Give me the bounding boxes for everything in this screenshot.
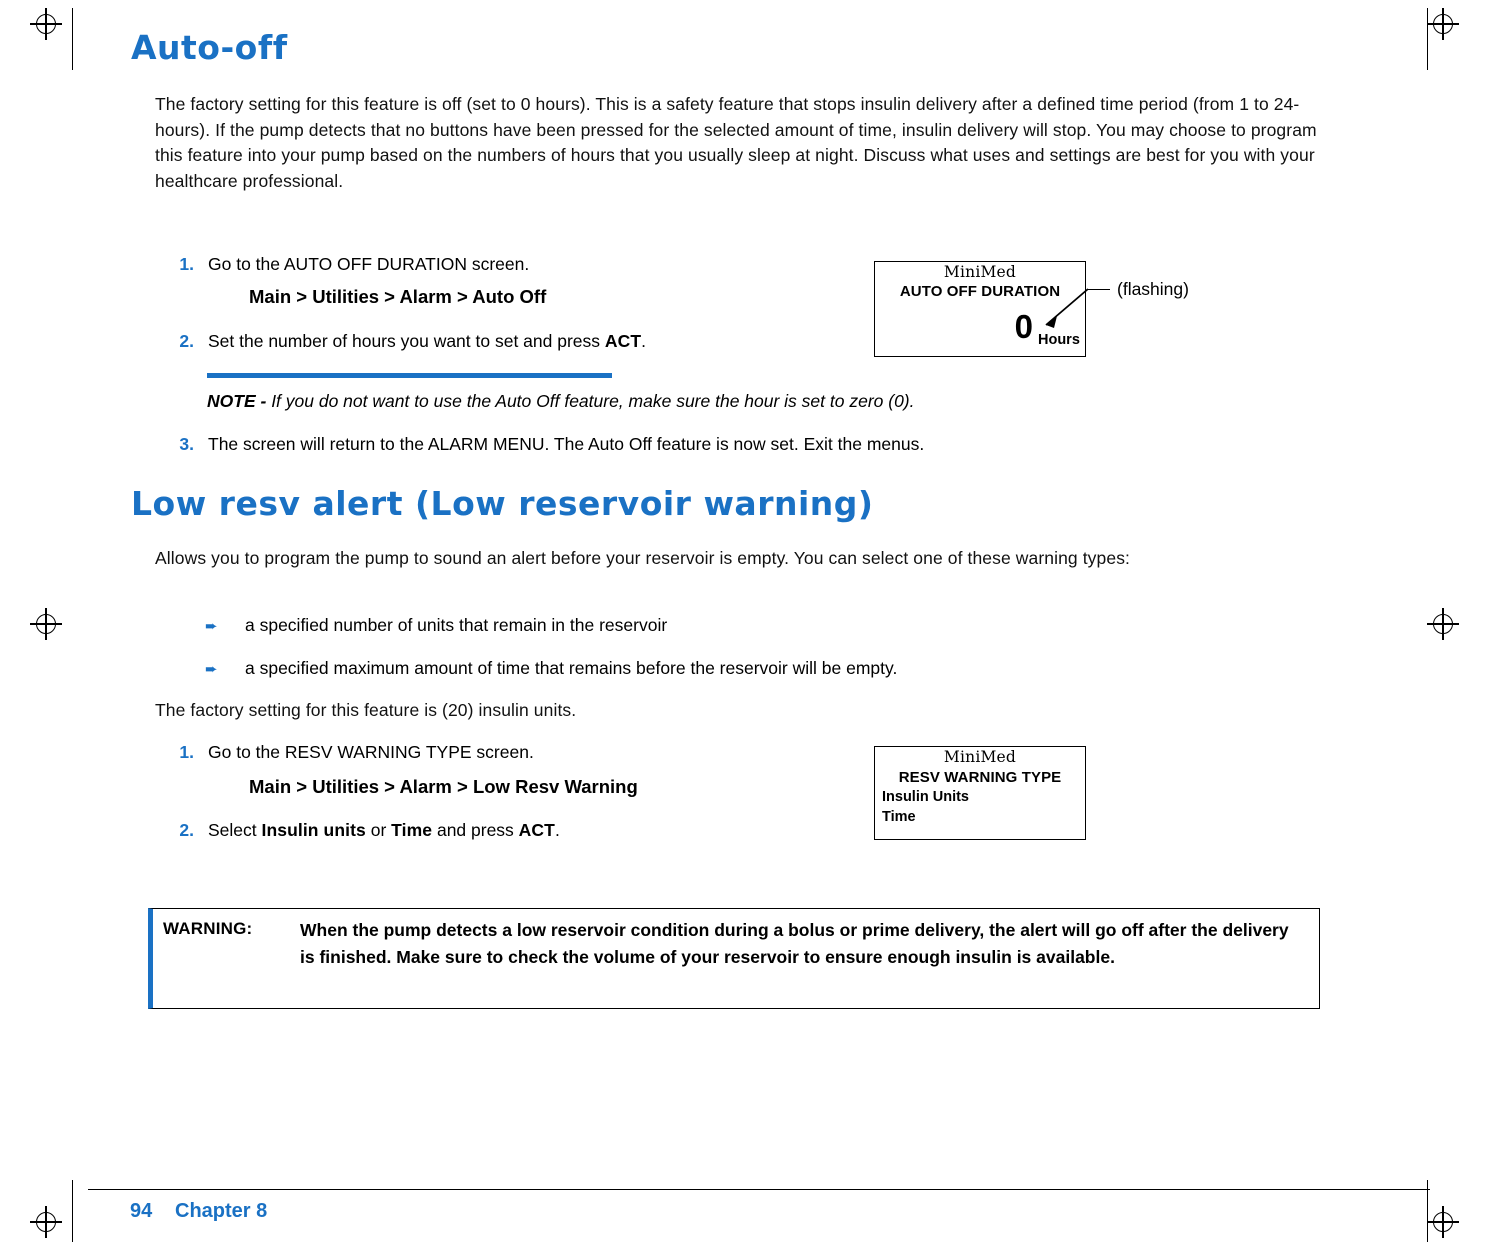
registration-mark-bottom-right <box>1427 1206 1459 1238</box>
pump-screen-value: 0 <box>1014 308 1033 345</box>
step-text: Go to the AUTO OFF DURATION screen. <box>208 254 530 274</box>
trim-tick-tl-v <box>72 8 74 70</box>
step-text: The screen will return to the ALARM MENU… <box>208 434 925 454</box>
note-label: NOTE - <box>207 391 267 411</box>
footer-chapter: Chapter 8 <box>175 1200 268 1222</box>
arrow-bullet-icon: ➨ <box>205 661 218 678</box>
trim-tick-bl-v <box>72 1180 74 1242</box>
document-page: Auto-off The factory setting for this fe… <box>0 0 1500 1257</box>
callout-arrow-icon <box>1045 288 1089 328</box>
low-resv-menu-path: Main > Utilities > Alarm > Low Resv Warn… <box>249 776 638 797</box>
step-number: 2. <box>179 820 194 840</box>
step-number: 1. <box>179 254 194 274</box>
page-title-auto-off: Auto-off <box>131 28 288 67</box>
step-text: Set the number of hours you want to set … <box>208 331 647 351</box>
note-text: If you do not want to use the Auto Off f… <box>271 391 915 411</box>
warning-text: When the pump detects a low reservoir co… <box>300 920 1289 967</box>
step-number: 3. <box>179 434 194 454</box>
registration-mark-mid-left <box>30 608 62 640</box>
bullet-text: a specified number of units that remain … <box>245 615 668 635</box>
step-number: 1. <box>179 742 194 762</box>
step-number: 2. <box>179 331 194 351</box>
registration-mark-mid-right <box>1427 608 1459 640</box>
pump-brand-label: MiniMed <box>943 263 1017 281</box>
registration-mark-top-right <box>1427 8 1459 40</box>
footer-rule <box>88 1189 1430 1191</box>
registration-mark-top-left <box>30 8 62 40</box>
step-text: Go to the RESV WARNING TYPE screen. <box>208 742 534 762</box>
low-resv-paragraph-2: The factory setting for this feature is … <box>155 700 577 720</box>
auto-off-menu-path: Main > Utilities > Alarm > Auto Off <box>249 286 547 307</box>
trim-tick-tr-v <box>1427 8 1429 70</box>
registration-mark-bottom-left <box>30 1206 62 1238</box>
warning-label: WARNING: <box>163 919 253 938</box>
pump-screen-units: Hours <box>1038 332 1080 348</box>
pump-screen-option-1: Insulin Units <box>882 789 969 805</box>
arrow-bullet-icon: ➨ <box>205 618 218 635</box>
page-title-low-resv-alert: Low resv alert (Low reservoir warning) <box>131 484 874 523</box>
pump-screen-title: RESV WARNING TYPE <box>898 769 1062 786</box>
bullet-text: a specified maximum amount of time that … <box>245 658 898 678</box>
note-line: NOTE - If you do not want to use the Aut… <box>207 391 915 412</box>
auto-off-paragraph: The factory setting for this feature is … <box>155 94 1317 191</box>
footer-page-number: 94 <box>130 1200 153 1222</box>
low-resv-paragraph: Allows you to program the pump to sound … <box>155 548 1131 568</box>
flashing-callout-label: (flashing) <box>1117 279 1189 299</box>
note-rule <box>207 373 612 378</box>
pump-screen-option-2: Time <box>882 809 916 825</box>
pump-brand-label: MiniMed <box>943 748 1017 766</box>
pump-screen-resv-warning-type: MiniMed RESV WARNING TYPE Insulin Units … <box>874 746 1086 840</box>
step-text: Select Insulin units or Time and press A… <box>208 820 560 840</box>
